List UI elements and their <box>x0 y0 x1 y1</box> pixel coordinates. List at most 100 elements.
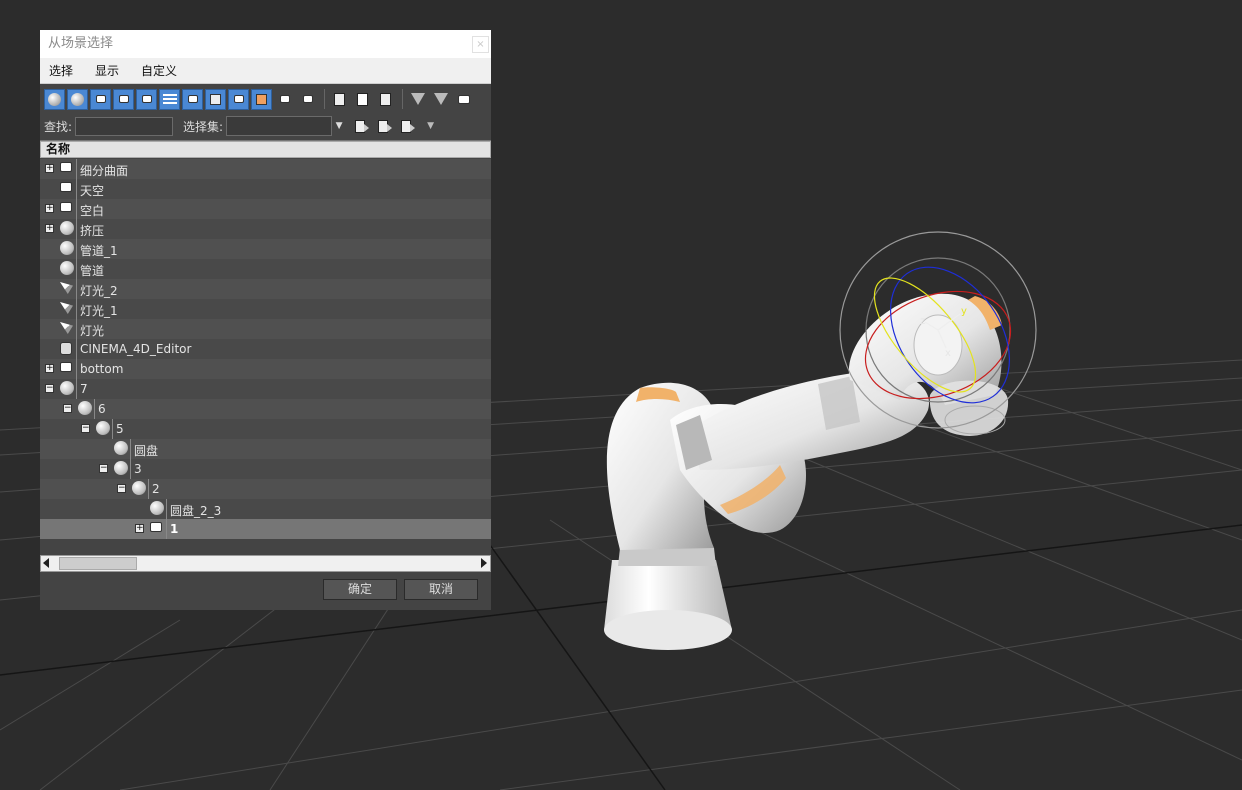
filter-options-icon[interactable] <box>430 89 451 110</box>
sphere-icon <box>132 481 146 495</box>
list-item[interactable]: +1 <box>40 519 491 539</box>
edit-selection-set-icon[interactable] <box>350 116 370 136</box>
list-item-label: 1 <box>170 522 179 536</box>
filter-icon[interactable] <box>407 89 428 110</box>
sphere-icon <box>114 441 128 455</box>
gizmo-axis-y: y <box>961 306 967 317</box>
lights-filter-icon[interactable] <box>90 88 111 110</box>
list-item[interactable]: 灯光_1 <box>40 299 491 319</box>
ok-button[interactable]: 确定 <box>323 579 397 600</box>
list-item[interactable]: −5 <box>40 419 491 439</box>
expand-icon[interactable]: + <box>45 204 54 213</box>
select-invert-icon[interactable] <box>375 89 396 110</box>
xrefs-filter-icon[interactable] <box>205 88 226 110</box>
tree-guide-line <box>148 479 149 499</box>
list-item[interactable]: 圆盘 <box>40 439 491 459</box>
tree-guide-line <box>76 279 77 299</box>
sphere-icon <box>60 241 74 255</box>
list-item-label: bottom <box>80 362 124 376</box>
chevron-down-icon[interactable]: ▼ <box>334 116 344 136</box>
cameras-filter-icon[interactable] <box>113 88 134 110</box>
find-input[interactable] <box>75 116 174 136</box>
sphere-icon <box>60 261 74 275</box>
select-none-icon[interactable] <box>352 89 373 110</box>
list-item[interactable]: + 挤压 <box>40 219 491 239</box>
menu-display[interactable]: 显示 <box>92 62 122 79</box>
menu-customize[interactable]: 自定义 <box>138 62 180 79</box>
object-icon <box>60 182 72 192</box>
list-item[interactable]: CINEMA_4D_Editor <box>40 339 491 359</box>
expand-icon[interactable]: + <box>45 224 54 233</box>
sphere-icon <box>114 461 128 475</box>
more-options-icon[interactable]: ▼ <box>427 121 434 131</box>
sphere-icon <box>78 401 92 415</box>
list-item[interactable]: −6 <box>40 399 491 419</box>
list-item[interactable]: 灯光 <box>40 319 491 339</box>
close-button[interactable]: × <box>472 36 489 53</box>
light-icon <box>60 322 73 334</box>
cancel-button[interactable]: 取消 <box>404 579 478 600</box>
list-item[interactable]: + 细分曲面 <box>40 159 491 179</box>
expand-icon[interactable]: + <box>45 364 54 373</box>
list-item[interactable]: + 空白 <box>40 199 491 219</box>
scene-list-panel: 名称 + 细分曲面 天空 + 空白 + 挤压 管道_1 管道 灯光_2 灯光_1 灯光 CINEMA_4… <box>40 140 491 574</box>
sphere-icon <box>150 501 164 515</box>
spacewarps-filter-icon[interactable] <box>159 88 180 110</box>
scroll-left-icon[interactable] <box>43 558 49 568</box>
collapse-icon[interactable] <box>453 89 474 110</box>
list-item-label: 挤压 <box>80 224 105 238</box>
list-item[interactable]: 管道_1 <box>40 239 491 259</box>
list-item-label: 细分曲面 <box>80 164 129 178</box>
list-item[interactable]: 管道 <box>40 259 491 279</box>
tree-guide-line <box>112 419 113 439</box>
list-item[interactable]: + bottom <box>40 359 491 379</box>
tree-guide-line <box>130 459 131 479</box>
list-item[interactable]: −2 <box>40 479 491 499</box>
toolbar-separator <box>402 89 403 109</box>
hidden-filter-icon[interactable] <box>297 89 318 110</box>
gizmo-axis-x: x <box>945 348 951 359</box>
list-item[interactable]: 灯光_2 <box>40 279 491 299</box>
tree-guide-line <box>166 519 167 539</box>
scene-object-list: + 细分曲面 天空 + 空白 + 挤压 管道_1 管道 灯光_2 灯光_1 灯光 CINEMA_4D_E… <box>40 159 491 539</box>
list-item-label: 天空 <box>80 184 105 198</box>
helpers-filter-icon[interactable] <box>136 88 157 110</box>
scroll-thumb[interactable] <box>59 557 137 570</box>
list-item[interactable]: 圆盘_2_3 <box>40 499 491 519</box>
column-header-name[interactable]: 名称 <box>40 141 491 158</box>
tree-guide-line <box>130 439 131 459</box>
object-icon <box>60 202 72 212</box>
list-item-label: 5 <box>116 422 124 436</box>
tree-guide-line <box>76 319 77 339</box>
groups-filter-icon[interactable] <box>182 88 203 110</box>
shapes-filter-icon[interactable] <box>67 88 88 110</box>
list-item[interactable]: 天空 <box>40 179 491 199</box>
containers-filter-icon[interactable] <box>251 88 272 110</box>
object-icon <box>60 162 72 172</box>
scroll-right-icon[interactable] <box>481 558 487 568</box>
geometry-filter-icon[interactable] <box>44 88 65 110</box>
select-all-icon[interactable] <box>329 89 350 110</box>
collapse-icon[interactable]: − <box>81 424 90 433</box>
tree-guide-line <box>76 179 77 199</box>
dialog-titlebar[interactable]: 从场景选择 × <box>40 30 491 58</box>
collapse-icon[interactable]: − <box>117 484 126 493</box>
expand-icon[interactable]: + <box>135 524 144 533</box>
tree-guide-line <box>76 159 77 179</box>
expand-icon[interactable]: + <box>45 164 54 173</box>
list-item-label: 6 <box>98 402 106 416</box>
add-to-selection-set-icon[interactable] <box>373 116 393 136</box>
bones-filter-icon[interactable] <box>228 88 249 110</box>
collapse-icon[interactable]: − <box>45 384 54 393</box>
list-item[interactable]: −3 <box>40 459 491 479</box>
list-item[interactable]: −7 <box>40 379 491 399</box>
frozen-filter-icon[interactable] <box>274 89 295 110</box>
collapse-icon[interactable]: − <box>99 464 108 473</box>
menu-select[interactable]: 选择 <box>46 62 76 79</box>
select-from-scene-dialog: 从场景选择 × 选择 显示 自定义 查找: 选择集: ▼ ▼ 名称 + 细分曲面… <box>40 30 491 610</box>
remove-from-selection-set-icon[interactable] <box>396 116 416 136</box>
collapse-icon[interactable]: − <box>63 404 72 413</box>
dialog-title: 从场景选择 <box>48 36 114 51</box>
selection-set-dropdown[interactable] <box>226 116 333 136</box>
horizontal-scrollbar[interactable] <box>40 555 491 572</box>
